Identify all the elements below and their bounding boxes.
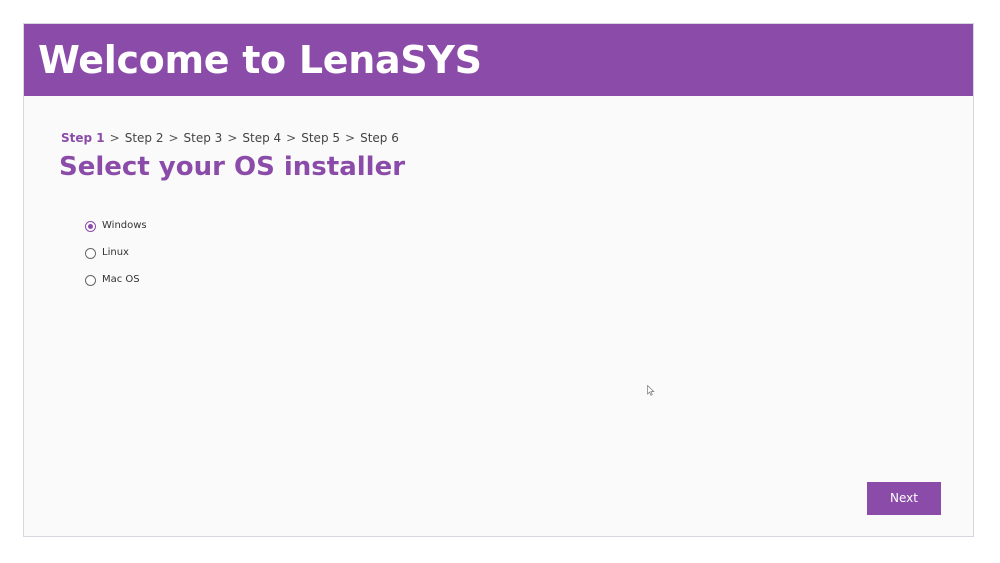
os-option-linux[interactable]: Linux <box>85 245 147 261</box>
breadcrumb-separator: > <box>168 131 179 145</box>
breadcrumb-separator: > <box>345 131 356 145</box>
breadcrumb-separator: > <box>227 131 238 145</box>
mouse-pointer-icon <box>647 385 655 396</box>
radio-button-checked[interactable] <box>85 220 96 232</box>
breadcrumb-separator: > <box>286 131 297 145</box>
os-option-macos[interactable]: Mac OS <box>85 272 147 288</box>
installer-window: Welcome to LenaSYS Step 1 > Step 2 > Step 3 >… <box>23 23 974 537</box>
radio-button[interactable] <box>85 247 96 259</box>
os-option-label[interactable]: Linux <box>102 247 129 259</box>
breadcrumb: Step 1 > Step 2 > Step 3 > Step 4 > Step 5 > Step … <box>61 131 399 145</box>
next-button[interactable]: Next <box>867 482 941 515</box>
header-title-brand: LenaSYS <box>298 38 482 82</box>
os-option-label[interactable]: Mac OS <box>102 274 140 286</box>
breadcrumb-separator: > <box>109 131 120 145</box>
os-option-windows[interactable]: Windows <box>85 218 147 234</box>
header-title-lead: Welcome to <box>38 38 286 82</box>
os-option-label[interactable]: Windows <box>102 220 147 232</box>
breadcrumb-step-6: Step 6 <box>360 131 399 145</box>
header-bar: Welcome to LenaSYS <box>24 24 973 96</box>
breadcrumb-step-2: Step 2 <box>124 131 164 145</box>
os-radio-group: Windows Linux Mac OS <box>85 218 147 299</box>
header-title: Welcome to LenaSYS <box>38 37 482 83</box>
breadcrumb-step-5: Step 5 <box>301 131 341 145</box>
breadcrumb-step-1: Step 1 <box>61 131 105 145</box>
breadcrumb-step-3: Step 3 <box>183 131 223 145</box>
radio-button[interactable] <box>85 274 96 286</box>
page-title: Select your OS installer <box>59 152 406 182</box>
breadcrumb-step-4: Step 4 <box>242 131 282 145</box>
